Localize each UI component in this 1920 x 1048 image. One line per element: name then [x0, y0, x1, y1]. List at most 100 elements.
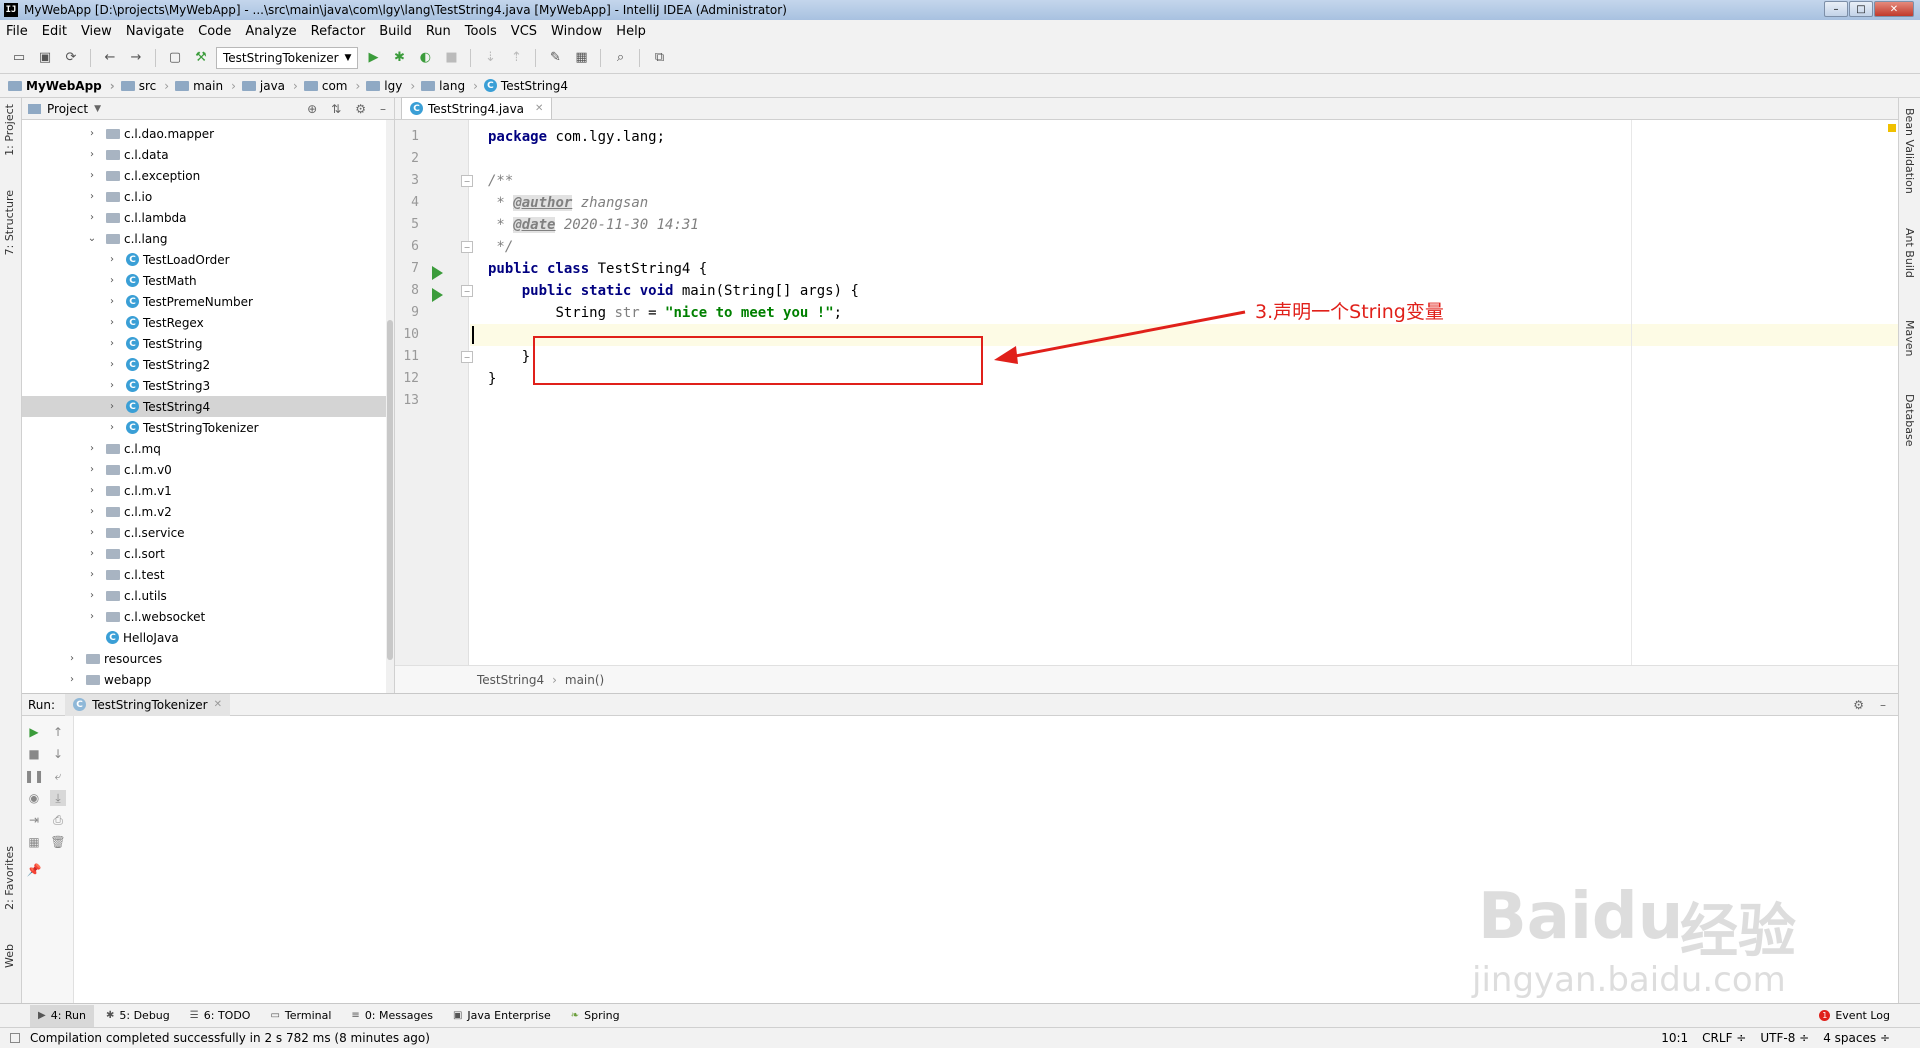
scrollbar-thumb[interactable]: [387, 320, 393, 660]
tree-item-package[interactable]: › c.l.io: [22, 186, 394, 207]
chevron-right-icon[interactable]: ›: [86, 191, 98, 202]
tree-item-package[interactable]: › c.l.dao.mapper: [22, 123, 394, 144]
event-log-button[interactable]: 1 Event Log: [1819, 1009, 1890, 1022]
project-panel-title[interactable]: Project: [47, 102, 88, 116]
tree-item-package[interactable]: › c.l.sort: [22, 543, 394, 564]
chevron-right-icon[interactable]: ›: [106, 275, 118, 286]
maximize-button[interactable]: □: [1849, 1, 1873, 17]
tab-maven[interactable]: Maven: [1903, 320, 1916, 356]
tree-item-class[interactable]: › C TestPremeNumber: [22, 291, 394, 312]
tree-item-class[interactable]: › C TestLoadOrder: [22, 249, 394, 270]
tree-item-package[interactable]: › c.l.websocket: [22, 606, 394, 627]
tree-item-class[interactable]: C HelloJava: [22, 627, 394, 648]
tab-structure-tool[interactable]: 7: Structure: [3, 190, 16, 255]
vcs-commit-icon[interactable]: ⇡: [505, 47, 527, 69]
chevron-right-icon[interactable]: ›: [106, 317, 118, 328]
editor-tab-teststring4[interactable]: C TestString4.java ✕: [401, 97, 553, 119]
chevron-right-icon[interactable]: ›: [86, 128, 98, 139]
tab-todo-tool[interactable]: ☰ 6: TODO: [182, 1005, 259, 1027]
chevron-down-icon[interactable]: ▼: [94, 104, 101, 114]
pause-icon[interactable]: ❚❚: [24, 768, 44, 784]
editor-gutter[interactable]: − − − − 1 2 3 4 5 6 7 8 9 10 11 12 13: [395, 120, 473, 665]
tree-item-class[interactable]: › C TestRegex: [22, 312, 394, 333]
debug-icon[interactable]: ✱: [388, 47, 410, 69]
indent-setting[interactable]: 4 spaces ÷: [1823, 1031, 1890, 1045]
tab-database[interactable]: Database: [1903, 394, 1916, 447]
run-class-icon[interactable]: [432, 266, 443, 280]
tree-item-package[interactable]: › c.l.m.v2: [22, 501, 394, 522]
chevron-right-icon[interactable]: ›: [86, 170, 98, 181]
tree-item-package[interactable]: › c.l.exception: [22, 165, 394, 186]
chevron-right-icon[interactable]: ›: [86, 506, 98, 517]
tab-run-tool[interactable]: ▶ 4: Run: [30, 1004, 94, 1027]
forward-icon[interactable]: →: [125, 47, 147, 69]
tree-item-class[interactable]: › C TestString4: [22, 396, 394, 417]
tab-bean-validation[interactable]: Bean Validation: [1903, 108, 1916, 194]
caret-position[interactable]: 10:1: [1661, 1031, 1688, 1045]
arrow-down-icon[interactable]: ↓: [50, 746, 66, 762]
window-icon[interactable]: ▢: [164, 47, 186, 69]
tree-item-class[interactable]: › C TestString2: [22, 354, 394, 375]
scroll-to-end-icon[interactable]: ⤓: [50, 790, 66, 806]
stop-icon[interactable]: ■: [26, 746, 42, 762]
project-structure-icon[interactable]: ▦: [570, 47, 592, 69]
stop-icon[interactable]: ■: [440, 47, 462, 69]
settings-wrench-icon[interactable]: ✎: [544, 47, 566, 69]
tree-item-package[interactable]: › c.l.data: [22, 144, 394, 165]
build-hammer-icon[interactable]: ⚒: [190, 47, 212, 69]
menu-help[interactable]: Help: [616, 24, 646, 39]
chevron-right-icon[interactable]: ›: [106, 338, 118, 349]
menu-run[interactable]: Run: [426, 24, 451, 39]
print-icon[interactable]: ⎙: [50, 812, 66, 828]
crumb-java[interactable]: java ›: [241, 79, 298, 93]
chevron-right-icon[interactable]: ›: [66, 674, 78, 685]
tree-item-package[interactable]: › c.l.service: [22, 522, 394, 543]
tree-item-package[interactable]: ⌄ c.l.lang: [22, 228, 394, 249]
chevron-right-icon[interactable]: ›: [86, 527, 98, 538]
plugin-icon[interactable]: ⧉: [648, 47, 670, 69]
tree-item-package[interactable]: › c.l.utils: [22, 585, 394, 606]
chevron-right-icon[interactable]: ›: [86, 548, 98, 559]
arrow-up-icon[interactable]: ↑: [50, 724, 66, 740]
gear-icon[interactable]: ⚙: [1853, 698, 1864, 712]
editor-crumb-method[interactable]: main(): [565, 673, 604, 687]
layout-icon[interactable]: ▦: [26, 834, 42, 850]
crumb-main[interactable]: main ›: [175, 79, 236, 93]
chevron-right-icon[interactable]: ›: [86, 611, 98, 622]
close-icon[interactable]: ✕: [535, 103, 543, 114]
menu-edit[interactable]: Edit: [42, 24, 67, 39]
tab-favorites-tool[interactable]: 2: Favorites: [3, 846, 16, 910]
crumb-project[interactable]: MyWebApp ›: [8, 79, 115, 93]
gear-icon[interactable]: ⚙: [355, 102, 366, 116]
minimize-button[interactable]: –: [1824, 1, 1848, 17]
crumb-src[interactable]: src ›: [120, 79, 169, 93]
chevron-right-icon[interactable]: ›: [106, 296, 118, 307]
chevron-right-icon[interactable]: ›: [66, 653, 78, 664]
tab-terminal-tool[interactable]: ▭ Terminal: [262, 1005, 339, 1027]
menu-file[interactable]: File: [6, 24, 28, 39]
chevron-right-icon[interactable]: ›: [106, 359, 118, 370]
chevron-down-icon[interactable]: ⌄: [86, 233, 98, 244]
tree-item-package[interactable]: › resources: [22, 648, 394, 669]
warning-marker-icon[interactable]: [1888, 124, 1896, 132]
tree-item-package[interactable]: › c.l.test: [22, 564, 394, 585]
menu-refactor[interactable]: Refactor: [311, 24, 366, 39]
open-folder-icon[interactable]: ▭: [8, 47, 30, 69]
vcs-update-icon[interactable]: ⇣: [479, 47, 501, 69]
line-separator[interactable]: CRLF ÷: [1702, 1031, 1746, 1045]
tree-scrollbar[interactable]: [386, 120, 394, 693]
chevron-right-icon[interactable]: ›: [106, 422, 118, 433]
crumb-com[interactable]: com ›: [303, 79, 360, 93]
code-area[interactable]: package com.lgy.lang; /** * @author zhan…: [470, 120, 1898, 665]
tab-spring-tool[interactable]: ❧ Spring: [563, 1005, 628, 1027]
chevron-right-icon[interactable]: ›: [106, 401, 118, 412]
close-icon[interactable]: ✕: [214, 699, 222, 710]
chevron-right-icon[interactable]: ›: [86, 464, 98, 475]
hide-icon[interactable]: –: [1880, 698, 1886, 712]
collapse-all-icon[interactable]: ⇅: [331, 102, 341, 116]
status-message[interactable]: Compilation completed successfully in 2 …: [30, 1031, 430, 1045]
tab-ant-build[interactable]: Ant Build: [1903, 228, 1916, 278]
menu-view[interactable]: View: [81, 24, 112, 39]
rerun-icon[interactable]: ▶: [26, 724, 42, 740]
pin-icon[interactable]: 📌: [26, 862, 42, 878]
